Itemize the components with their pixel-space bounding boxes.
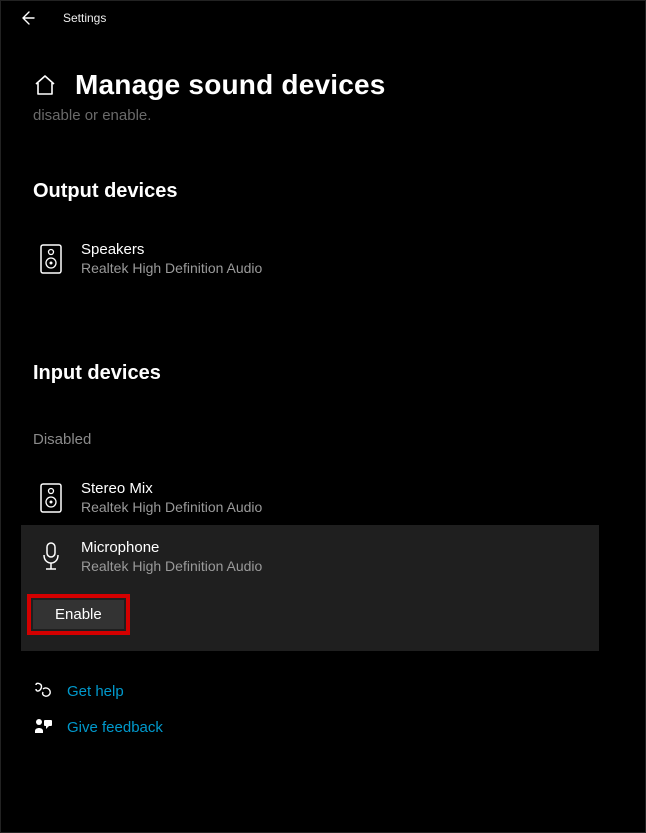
link-label: Get help: [67, 683, 124, 700]
page-subtext: disable or enable.: [1, 101, 645, 124]
input-section-title: Input devices: [33, 362, 613, 385]
device-row-speakers[interactable]: Speakers Realtek High Definition Audio: [33, 231, 613, 286]
enable-button[interactable]: Enable: [33, 600, 124, 629]
home-icon[interactable]: [33, 73, 57, 97]
help-icon: [33, 681, 53, 701]
link-label: Give feedback: [67, 719, 163, 736]
device-text: Stereo Mix Realtek High Definition Audio: [81, 480, 262, 515]
page-header: Manage sound devices: [1, 35, 645, 101]
titlebar: Settings: [1, 1, 645, 35]
device-name: Microphone: [81, 539, 262, 556]
footer-links: Get help Give feedback: [1, 651, 645, 737]
speaker-icon: [39, 482, 63, 514]
device-subtitle: Realtek High Definition Audio: [81, 260, 262, 276]
microphone-icon: [39, 541, 63, 573]
device-name: Speakers: [81, 241, 262, 258]
speaker-icon: [39, 243, 63, 275]
give-feedback-link[interactable]: Give feedback: [33, 717, 613, 737]
output-section-title: Output devices: [33, 180, 613, 203]
device-text: Speakers Realtek High Definition Audio: [81, 241, 262, 276]
titlebar-label: Settings: [63, 11, 106, 25]
device-text: Microphone Realtek High Definition Audio: [81, 539, 262, 574]
device-name: Stereo Mix: [81, 480, 262, 497]
back-arrow-icon[interactable]: [19, 10, 35, 26]
disabled-label: Disabled: [33, 431, 613, 448]
enable-button-container: Enable: [21, 588, 599, 651]
get-help-link[interactable]: Get help: [33, 681, 613, 701]
page-title: Manage sound devices: [75, 69, 386, 101]
input-section: Input devices Disabled Stereo Mix Realte…: [1, 362, 645, 651]
feedback-icon: [33, 717, 53, 737]
device-row-microphone[interactable]: Microphone Realtek High Definition Audio: [21, 525, 599, 588]
output-section: Output devices Speakers Realtek High Def…: [1, 180, 645, 286]
device-subtitle: Realtek High Definition Audio: [81, 499, 262, 515]
device-subtitle: Realtek High Definition Audio: [81, 558, 262, 574]
device-row-stereo-mix[interactable]: Stereo Mix Realtek High Definition Audio: [33, 470, 613, 525]
highlight-annotation: Enable: [27, 594, 130, 635]
